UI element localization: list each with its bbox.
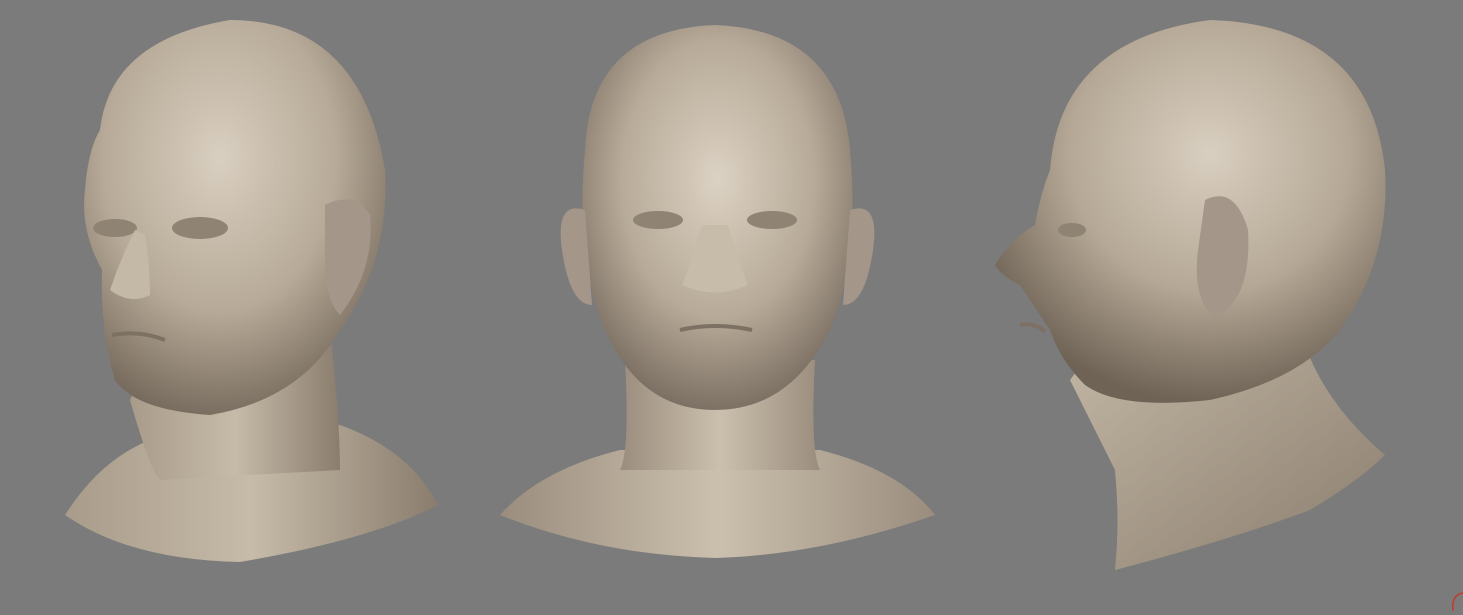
head-bust-front [490,0,950,615]
head-bust-three-quarter [40,0,460,615]
head-bust-profile [980,0,1410,615]
sculpt-viewport[interactable] [0,0,1463,615]
viewport-corner-indicator [1449,585,1463,615]
